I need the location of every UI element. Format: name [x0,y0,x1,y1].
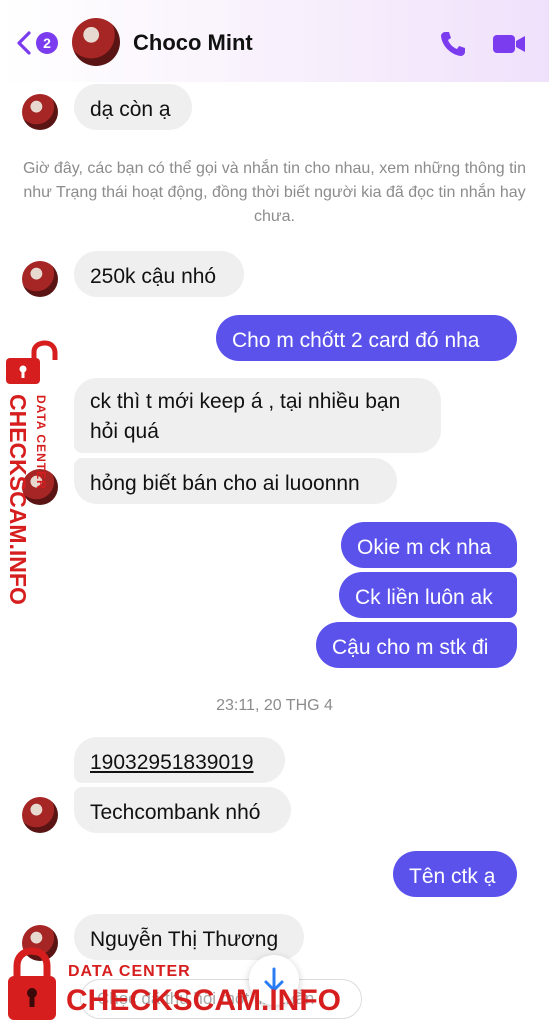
watermark-data-center: DATA CENTER [68,963,191,980]
padlock-watermark-icon [6,340,58,384]
message-outgoing[interactable]: Ck liền luôn ak [339,572,517,618]
video-call-icon[interactable] [490,28,528,60]
chevron-left-icon [17,31,31,55]
message-outgoing[interactable]: Tên ctk ạ [393,851,517,897]
message-outgoing[interactable]: Cậu cho m stk đi [316,622,517,668]
watermark-data-center-vertical: DATA CENTER [34,395,48,490]
back-button[interactable]: 2 [14,28,62,58]
message-incoming-account-number[interactable]: 19032951839019 [74,737,285,783]
message-incoming[interactable]: Nguyễn Thị Thương [74,914,304,960]
watermark-brand: CHECKSCAM.INFO [66,984,341,1017]
chat-header: 2 Choco Mint [0,0,549,82]
contact-avatar[interactable] [72,18,120,66]
system-notice: Giờ đây, các bạn có thể gọi và nhắn tin … [22,160,526,225]
message-outgoing[interactable]: Cho m chốtt 2 card đó nha [216,315,517,361]
phone-call-icon[interactable] [437,28,469,60]
contact-avatar-small[interactable] [22,261,58,297]
message-incoming[interactable]: 250k cậu nhó [74,251,244,297]
message-outgoing[interactable]: Okie m ck nha [341,522,517,568]
unread-badge: 2 [36,32,58,54]
contact-name[interactable]: Choco Mint [133,30,253,56]
message-incoming[interactable]: hỏng biết bán cho ai luoonnn [74,458,397,504]
message-incoming[interactable]: ck thì t mới keep á , tại nhiều bạn hỏi … [74,378,441,453]
watermark-brand-vertical: CHECKSCAM.INFO [5,394,31,605]
contact-avatar-small[interactable] [22,797,58,833]
padlock-watermark-icon [8,947,56,1020]
timestamp-divider: 23:11, 20 THG 4 [216,697,333,714]
message-incoming[interactable]: Techcombank nhó [74,787,291,833]
message-incoming[interactable]: dạ còn ạ [74,84,192,130]
contact-avatar-small[interactable] [22,94,58,130]
